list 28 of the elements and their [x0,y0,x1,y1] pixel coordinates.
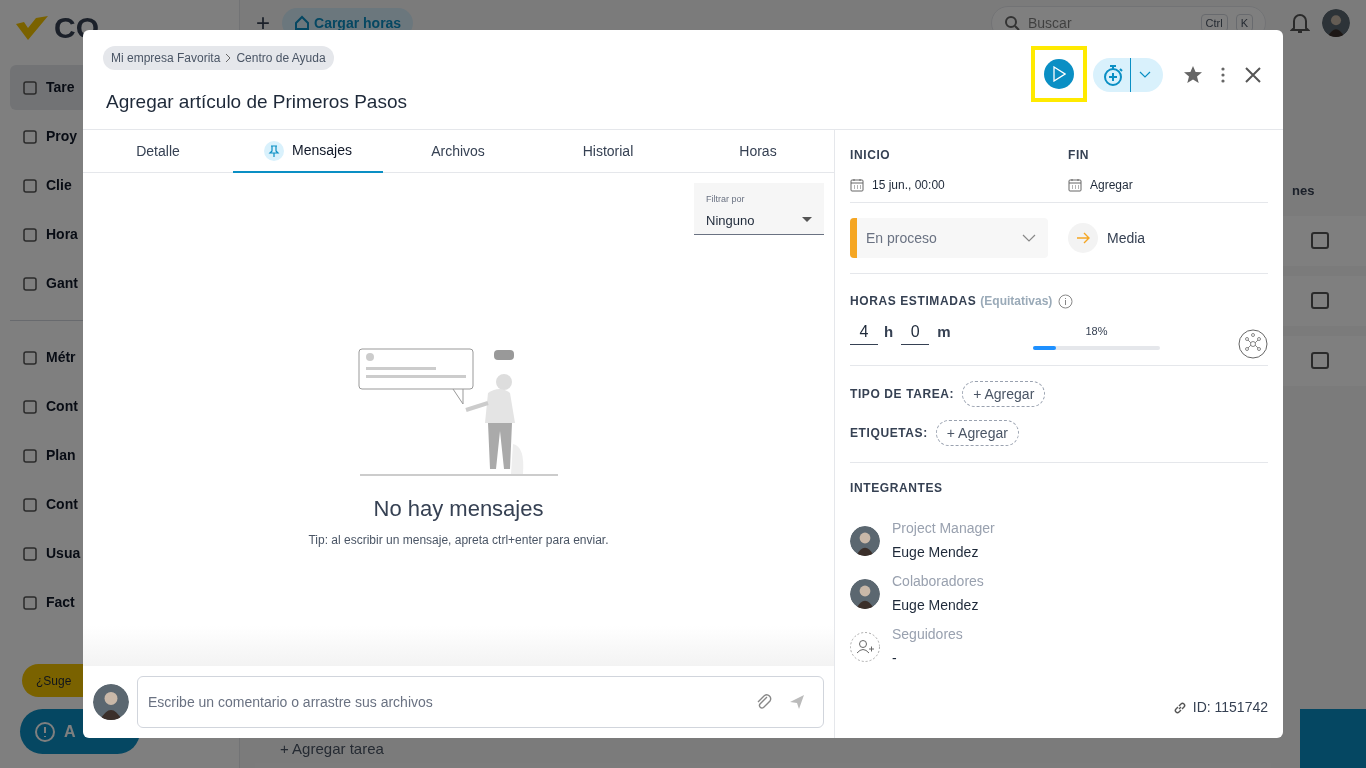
end-label: FIN [1068,147,1091,164]
minutes-unit: m [937,321,951,342]
upload-label: Cargar horas [314,13,402,33]
member-name: - [892,649,898,668]
start-label: INICIO [850,147,892,164]
estimate-note: (Equitativas) [980,293,1053,310]
filter-label: Filtrar por [706,193,746,206]
hours-unit: h [884,321,894,342]
estimate-label: HORAS ESTIMADAS [850,293,977,310]
members-label: INTEGRANTES [850,480,944,497]
empty-state-tip: Tip: al escribir un mensaje, apreta ctrl+enter para enviar. [308,532,609,549]
start-date: 15 jun., 00:00 [872,177,945,194]
member-name: Euge Mendez [892,596,980,615]
member-role: Project Manager [892,519,995,538]
progress-percent: 18% [1085,324,1108,339]
priority-label: Media [1107,228,1146,248]
filter-value: Ninguno [706,211,755,230]
task-type-label: TIPO DE TAREA: [850,386,955,403]
member-name: Euge Mendez [892,543,980,562]
column-header: nes [1292,182,1315,200]
member-role: Colaboradores [892,572,984,591]
help-label: A [64,721,76,742]
task-id: ID: 1151742 [1192,698,1268,717]
task-title: Agregar artículo de Primeros Pasos [105,90,407,114]
empty-state-title: No hay mensajes [373,495,544,523]
status-value: En proceso [865,228,938,248]
tags-label: ETIQUETAS: [850,425,928,442]
member-role: Seguidores [892,625,963,644]
